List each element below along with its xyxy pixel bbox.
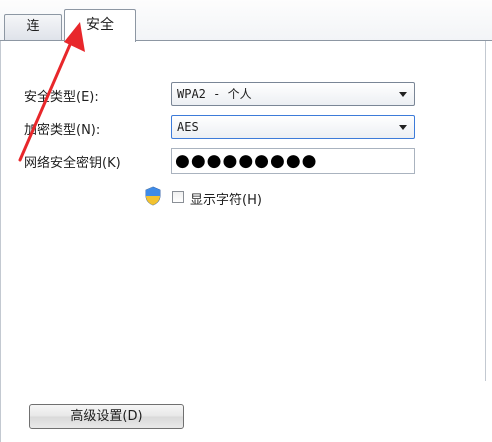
encryption-type-label: 加密类型(N): bbox=[24, 123, 101, 138]
network-key-label: 网络安全密钥(K) bbox=[24, 156, 121, 171]
security-type-select[interactable]: WPA2 - 个人 bbox=[171, 82, 415, 106]
advanced-settings-label: 高级设置(D) bbox=[70, 409, 143, 424]
tab-connection[interactable]: 连 bbox=[4, 14, 62, 40]
encryption-type-value: AES bbox=[177, 120, 199, 134]
chevron-down-icon bbox=[399, 125, 407, 130]
network-key-input[interactable]: ●●●●●●●●● bbox=[171, 148, 415, 174]
panel-border-right bbox=[485, 41, 486, 381]
panel-border-left bbox=[0, 41, 1, 442]
security-type-label: 安全类型(E): bbox=[24, 90, 99, 105]
tab-security[interactable]: 安全 bbox=[64, 9, 136, 42]
security-type-value: WPA2 - 个人 bbox=[177, 87, 252, 101]
advanced-settings-button[interactable]: 高级设置(D) bbox=[29, 404, 184, 429]
encryption-type-select[interactable]: AES bbox=[171, 115, 415, 139]
network-key-value: ●●●●●●●●● bbox=[175, 151, 318, 171]
show-characters-checkbox[interactable] bbox=[172, 191, 184, 203]
uac-shield-icon bbox=[145, 186, 161, 206]
show-characters-label: 显示字符(H) bbox=[190, 193, 262, 208]
tab-security-label: 安全 bbox=[86, 17, 114, 33]
tab-connection-label: 连 bbox=[26, 19, 40, 34]
chevron-down-icon bbox=[399, 92, 407, 97]
annotation-arrow bbox=[18, 22, 85, 162]
